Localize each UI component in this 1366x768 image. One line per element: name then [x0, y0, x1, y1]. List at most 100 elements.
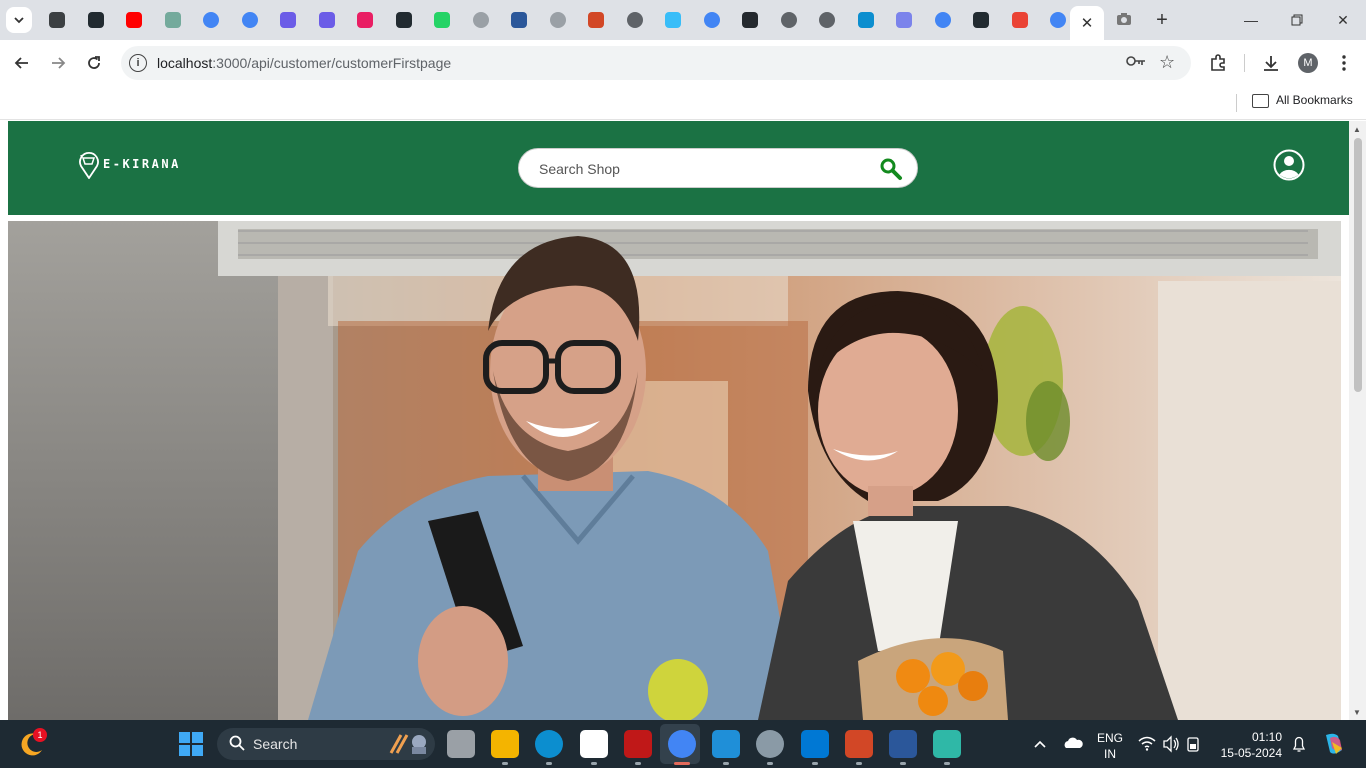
edge-icon[interactable]	[535, 730, 564, 758]
powerpoint-icon[interactable]	[844, 730, 873, 758]
site-info-icon[interactable]: i	[129, 54, 147, 72]
bookmarks-bar: All Bookmarks	[0, 86, 1366, 120]
copilot-icon[interactable]	[1322, 720, 1346, 768]
settings-icon[interactable]	[756, 730, 785, 758]
profile-avatar[interactable]: M	[1298, 53, 1318, 73]
arrow-left-icon	[14, 57, 28, 69]
chrome-icon[interactable]	[668, 730, 696, 758]
search-icon[interactable]	[879, 157, 903, 181]
defender-icon[interactable]	[800, 730, 829, 758]
app-running-indicator	[855, 762, 862, 765]
app-running-indicator	[900, 762, 906, 765]
browser-tab[interactable]	[192, 0, 231, 40]
browser-tab[interactable]	[346, 0, 385, 40]
browser-tab[interactable]	[38, 0, 77, 40]
browser-tab[interactable]	[847, 0, 886, 40]
browser-tab[interactable]	[385, 0, 424, 40]
wifi-icon[interactable]	[1138, 720, 1156, 768]
vscode-icon[interactable]	[712, 730, 741, 758]
browser-tab[interactable]	[77, 0, 116, 40]
scroll-thumb[interactable]	[1354, 138, 1362, 392]
task-view-icon[interactable]	[447, 730, 475, 758]
password-key-icon[interactable]	[1126, 54, 1146, 71]
browser-tab-strip: ✕ + — ✕	[0, 0, 1366, 40]
page-viewport: E-KIRANA	[0, 121, 1349, 720]
download-icon[interactable]	[1260, 52, 1282, 74]
browser-tab[interactable]	[231, 0, 270, 40]
logo-pin-icon	[79, 152, 99, 179]
start-button[interactable]	[179, 732, 203, 756]
battery-icon[interactable]	[1186, 720, 1204, 768]
close-tab-icon[interactable]: ✕	[1081, 14, 1094, 32]
minimize-button[interactable]: —	[1228, 0, 1274, 40]
browser-tab[interactable]	[616, 0, 655, 40]
file-explorer-icon[interactable]	[491, 730, 520, 758]
browser-tab[interactable]	[962, 0, 1001, 40]
edge-icon	[857, 12, 874, 28]
powerpoint-icon	[588, 12, 605, 28]
tailwind-icon	[665, 12, 682, 28]
react-app-icon	[395, 12, 412, 28]
folder-icon[interactable]	[1252, 94, 1269, 108]
browser-tab[interactable]	[154, 0, 193, 40]
browser-tab[interactable]	[654, 0, 693, 40]
browser-tab[interactable]	[423, 0, 462, 40]
scroll-up-icon[interactable]: ▲	[1353, 125, 1361, 134]
site-logo[interactable]: E-KIRANA	[78, 149, 181, 179]
google-icon	[203, 12, 220, 28]
url-text[interactable]: localhost:3000/api/customer/customerFirs…	[157, 55, 451, 71]
browser-tab[interactable]	[924, 0, 963, 40]
browser-tab[interactable]	[885, 0, 924, 40]
back-button[interactable]	[8, 49, 36, 77]
word-icon[interactable]	[889, 730, 917, 758]
system-clock[interactable]: 01:10 15-05-2024	[1212, 729, 1282, 761]
chevron-up-icon[interactable]	[1032, 720, 1048, 768]
scroll-down-icon[interactable]: ▼	[1353, 708, 1361, 717]
microsoft-store-icon[interactable]	[579, 730, 608, 758]
close-window-button[interactable]: ✕	[1320, 0, 1366, 40]
tab-search-button[interactable]	[6, 7, 32, 33]
browser-tab[interactable]	[1001, 0, 1040, 40]
all-bookmarks-link[interactable]: All Bookmarks	[1276, 93, 1353, 107]
shop-search-input[interactable]	[539, 159, 859, 179]
active-tab[interactable]: ✕	[1070, 6, 1104, 40]
search-highlight-icon	[389, 734, 426, 754]
browser-tab[interactable]	[693, 0, 732, 40]
restore-button[interactable]	[1274, 0, 1320, 40]
search-icon	[229, 735, 245, 755]
browser-tab[interactable]	[115, 0, 154, 40]
copilot-icon	[280, 12, 297, 28]
app-running-indicator	[590, 762, 597, 765]
react-app-icon	[973, 12, 990, 28]
onedrive-cloud-icon[interactable]	[1062, 720, 1084, 768]
language-indicator[interactable]: ENG IN	[1096, 730, 1124, 762]
browser-tab[interactable]	[269, 0, 308, 40]
logo-text: E-KIRANA	[103, 157, 181, 171]
browser-tab[interactable]	[539, 0, 578, 40]
address-bar[interactable]: i localhost:3000/api/customer/customerFi…	[121, 46, 1191, 80]
url-path: :3000/api/customer/customerFirstpage	[212, 55, 452, 71]
browser-tab[interactable]	[500, 0, 539, 40]
app-running-indicator	[944, 762, 951, 765]
browser-tab[interactable]	[308, 0, 347, 40]
mcafee-icon[interactable]	[623, 730, 652, 758]
browser-tab[interactable]	[731, 0, 770, 40]
browser-tab[interactable]	[808, 0, 847, 40]
forward-button[interactable]	[44, 49, 72, 77]
clock-time: 01:10	[1251, 730, 1282, 744]
browser-tab[interactable]	[462, 0, 501, 40]
browser-tab[interactable]	[577, 0, 616, 40]
page-scrollbar[interactable]: ▲ ▼	[1349, 121, 1366, 720]
volume-icon[interactable]	[1162, 720, 1180, 768]
camera-tab-icon[interactable]	[1116, 12, 1134, 28]
browser-tab[interactable]	[770, 0, 809, 40]
git-icon[interactable]	[933, 730, 962, 758]
new-tab-button[interactable]: +	[1150, 8, 1174, 32]
notification-bell-icon[interactable]	[1291, 720, 1307, 768]
menu-kebab-icon[interactable]	[1333, 52, 1355, 74]
reload-button[interactable]	[80, 49, 108, 77]
user-account-icon[interactable]	[1273, 149, 1305, 181]
bookmark-star-icon[interactable]: ☆	[1159, 52, 1175, 73]
extensions-icon[interactable]	[1207, 52, 1229, 74]
taskbar-search[interactable]: Search	[217, 728, 435, 760]
